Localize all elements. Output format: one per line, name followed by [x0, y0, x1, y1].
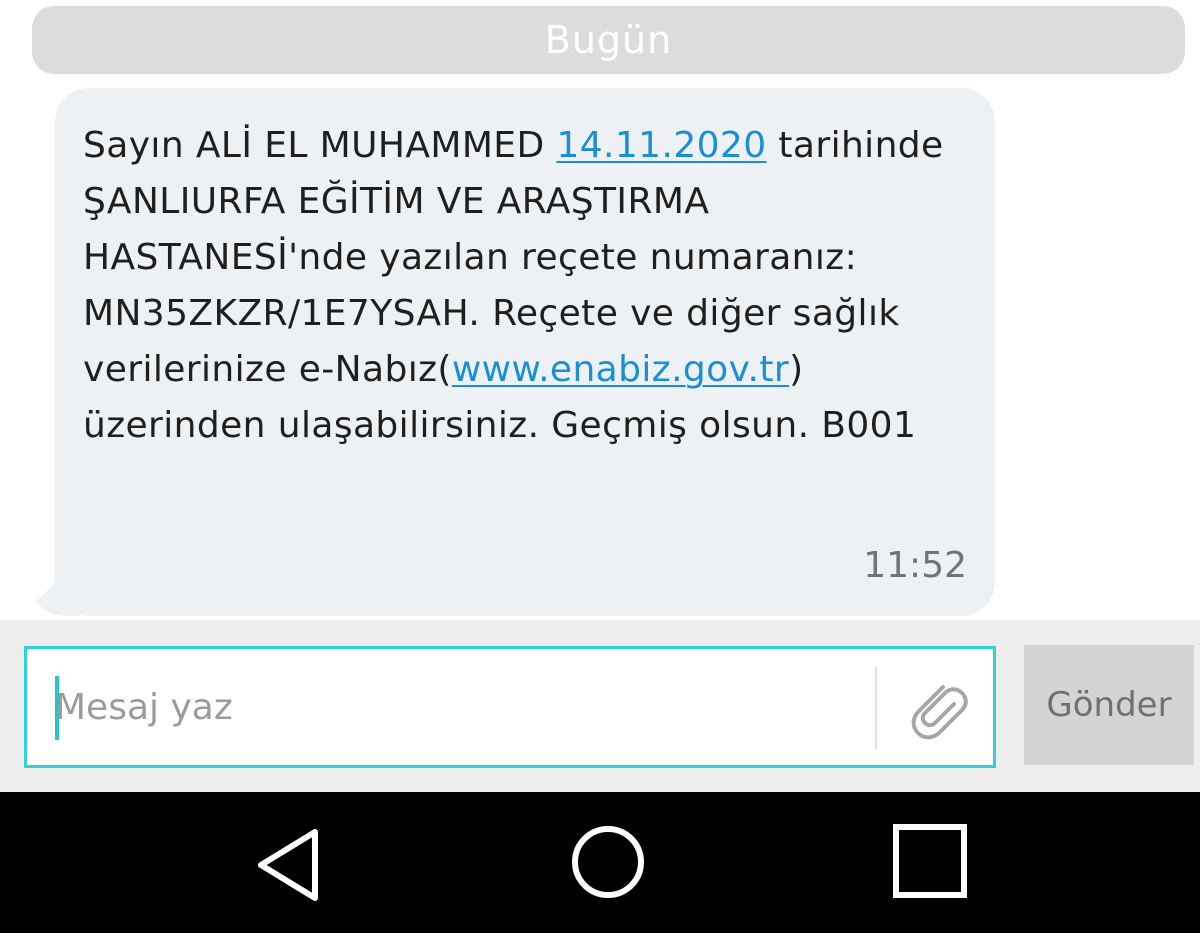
- message-bubble: Sayın ALİ EL MUHAMMED 14.11.2020 tarihin…: [55, 88, 995, 616]
- chat-area: Bugün Sayın ALİ EL MUHAMMED 14.11.2020 t…: [0, 0, 1200, 620]
- message-text: Sayın ALİ EL MUHAMMED 14.11.2020 tarihin…: [83, 118, 973, 454]
- message-text-part: Sayın ALİ EL MUHAMMED: [83, 125, 557, 166]
- paperclip-icon[interactable]: [899, 671, 975, 747]
- message-input-box[interactable]: [24, 646, 996, 768]
- navigation-bar: [0, 792, 1200, 933]
- message-input[interactable]: [55, 671, 855, 743]
- composer-bar: Gönder: [0, 620, 1200, 792]
- recents-square-icon[interactable]: [885, 820, 975, 910]
- date-link[interactable]: 14.11.2020: [556, 125, 766, 166]
- input-divider: [875, 667, 877, 749]
- send-button[interactable]: Gönder: [1024, 645, 1194, 765]
- home-circle-icon[interactable]: [563, 820, 653, 910]
- back-triangle-icon[interactable]: [243, 820, 333, 910]
- website-link[interactable]: www.enabiz.gov.tr: [452, 349, 789, 390]
- date-separator: Bugün: [32, 6, 1185, 74]
- message-timestamp: 11:52: [863, 545, 967, 586]
